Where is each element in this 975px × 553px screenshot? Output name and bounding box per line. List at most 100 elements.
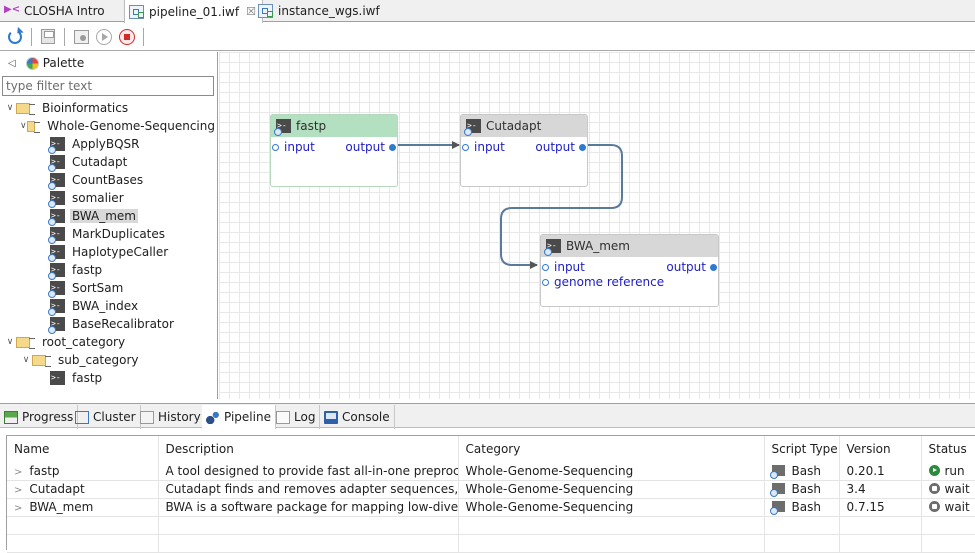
tab-log[interactable]: Log [272, 405, 321, 429]
cell-description: A tool designed to provide fast all-in-o… [158, 462, 459, 481]
progress-icon [4, 410, 18, 424]
row-name: Cutadapt [29, 482, 85, 496]
expand-row-icon[interactable]: > [14, 467, 22, 478]
palette-tool-item[interactable]: >- BWA_mem [0, 207, 217, 226]
tool-icon: >- [48, 155, 65, 172]
palette-tool-item[interactable]: >- ApplyBQSR [0, 135, 217, 154]
column-header-status[interactable]: Status [921, 436, 975, 462]
filter-input[interactable] [6, 79, 213, 93]
run-button[interactable] [94, 27, 114, 47]
column-header-category[interactable]: Category [458, 436, 765, 462]
palette-tool-item[interactable]: >- BWA_index [0, 297, 217, 316]
view-tab-bar: Progress Cluster History Pipeline Log Co… [0, 403, 975, 429]
cell-script-type: Bash [764, 498, 840, 517]
row-name: BWA_mem [29, 500, 94, 514]
output-port[interactable]: output [345, 140, 396, 154]
node-bwa-mem[interactable]: >- BWA_mem input genome reference output [540, 234, 719, 307]
input-port[interactable]: input [542, 260, 585, 274]
column-header-script-type[interactable]: Script Type [764, 436, 840, 462]
genome-reference-port[interactable]: genome reference [542, 275, 664, 289]
table-header: Name Description Category Script Type Ve… [7, 436, 975, 462]
palette-tool-item[interactable]: >- fastp [0, 261, 217, 280]
column-header-description[interactable]: Description [158, 436, 459, 462]
tab-history[interactable]: History [136, 405, 206, 429]
column-header-name[interactable]: Name [7, 436, 159, 462]
tab-cluster[interactable]: Cluster [71, 405, 141, 429]
cell-version: 0.7.15 [839, 498, 922, 517]
tool-icon: >- [48, 245, 65, 262]
expand-row-icon[interactable]: > [14, 503, 22, 514]
tab-progress[interactable]: Progress [0, 405, 79, 429]
cell-version: 0.20.1 [839, 462, 922, 481]
table-row[interactable]: > BWA_mem BWA is a software package for ma… [7, 498, 975, 517]
run-icon [96, 28, 112, 45]
table-row[interactable]: > Cutadapt Cutadapt finds and removes adap… [7, 480, 975, 499]
output-pin-icon [579, 143, 586, 151]
chevron-down-icon[interactable]: ∨ [20, 121, 27, 131]
cell-category: Whole-Genome-Sequencing [458, 480, 765, 499]
run-config-icon [73, 29, 89, 44]
tab-pipeline-01[interactable]: pipeline_01.iwf ☒ [124, 0, 263, 23]
tab-instance-wgs[interactable]: instance_wgs.iwf [254, 0, 386, 22]
toolbar-separator [143, 27, 144, 46]
palette-tool-item[interactable]: >- Cutadapt [0, 153, 217, 172]
tree-item-label: BWA_mem [70, 209, 138, 223]
palette-tool-item[interactable]: >- fastp [0, 369, 217, 387]
pipeline-canvas[interactable]: >- fastp input output >- Cutadapt input … [219, 52, 975, 399]
port-label: output [666, 260, 706, 274]
tab-pipeline[interactable]: Pipeline [202, 405, 276, 429]
column-header-version[interactable]: Version [839, 436, 922, 462]
tree-item-label: MarkDuplicates [72, 227, 166, 241]
row-name: fastp [29, 463, 60, 478]
collapse-palette-icon[interactable]: ◁ [8, 58, 16, 69]
palette-tool-item[interactable]: >- MarkDuplicates [0, 225, 217, 244]
tab-label: Progress [22, 410, 74, 424]
tool-icon: >- [48, 227, 65, 244]
chevron-down-icon[interactable]: ∨ [20, 355, 32, 365]
tree-item-label: CountBases [72, 173, 144, 187]
output-port[interactable]: output [535, 140, 586, 154]
palette-tool-item[interactable]: >- SortSam [0, 279, 217, 298]
cell-version: 3.4 [839, 480, 922, 499]
node-fastp[interactable]: >- fastp input output [270, 114, 398, 187]
status-label: wait [944, 500, 970, 514]
tab-console[interactable]: Console [320, 405, 395, 429]
node-header: >- fastp [271, 115, 397, 137]
palette-category-item[interactable]: ∨ root_category [0, 333, 217, 351]
stop-button[interactable] [117, 27, 137, 47]
expand-row-icon[interactable]: > [14, 485, 22, 496]
chevron-down-icon[interactable]: ∨ [4, 337, 16, 347]
run-config-button[interactable] [71, 27, 91, 47]
palette-filter[interactable] [2, 76, 214, 96]
tool-icon: >- [464, 119, 481, 136]
pipeline-table: Name Description Category Script Type Ve… [6, 435, 975, 553]
cell-script-type: Bash [764, 462, 840, 481]
palette-tool-item[interactable]: >- HaplotypeCaller [0, 243, 217, 262]
stop-icon [119, 28, 135, 45]
tab-label: History [158, 410, 201, 424]
palette-category-item[interactable]: ∨ Bioinformatics [0, 99, 217, 117]
input-port[interactable]: input [272, 140, 315, 154]
node-cutadapt[interactable]: >- Cutadapt input output [460, 114, 588, 187]
palette-tool-item[interactable]: >- BaseRecalibrator [0, 315, 217, 334]
palette-tool-item[interactable]: >- somalier [0, 189, 217, 208]
table-row[interactable]: > fastp A tool designed to provide fast al… [7, 462, 975, 481]
output-pin-icon [710, 263, 717, 271]
palette-category-item[interactable]: ∨ Whole-Genome-Sequencing [0, 117, 217, 135]
editor-tab-bar: ▶< CLOSHA Intro pipeline_01.iwf ☒ instan… [0, 0, 975, 23]
tab-label: Console [342, 410, 390, 424]
chevron-down-icon[interactable]: ∨ [4, 103, 16, 113]
palette-category-item[interactable]: ∨ sub_category [0, 351, 217, 369]
output-port[interactable]: output [666, 260, 717, 274]
log-icon [276, 410, 290, 424]
refresh-button[interactable] [5, 27, 25, 47]
port-label: input [284, 140, 315, 154]
input-port[interactable]: input [462, 140, 505, 154]
console-icon [324, 410, 338, 424]
tab-closha-intro[interactable]: ▶< CLOSHA Intro [0, 0, 111, 22]
tool-icon: >- [274, 119, 291, 136]
tool-icon: >- [50, 371, 65, 385]
toolbar-separator [31, 27, 32, 46]
palette-tool-item[interactable]: >- CountBases [0, 171, 217, 190]
save-button[interactable] [38, 27, 58, 47]
